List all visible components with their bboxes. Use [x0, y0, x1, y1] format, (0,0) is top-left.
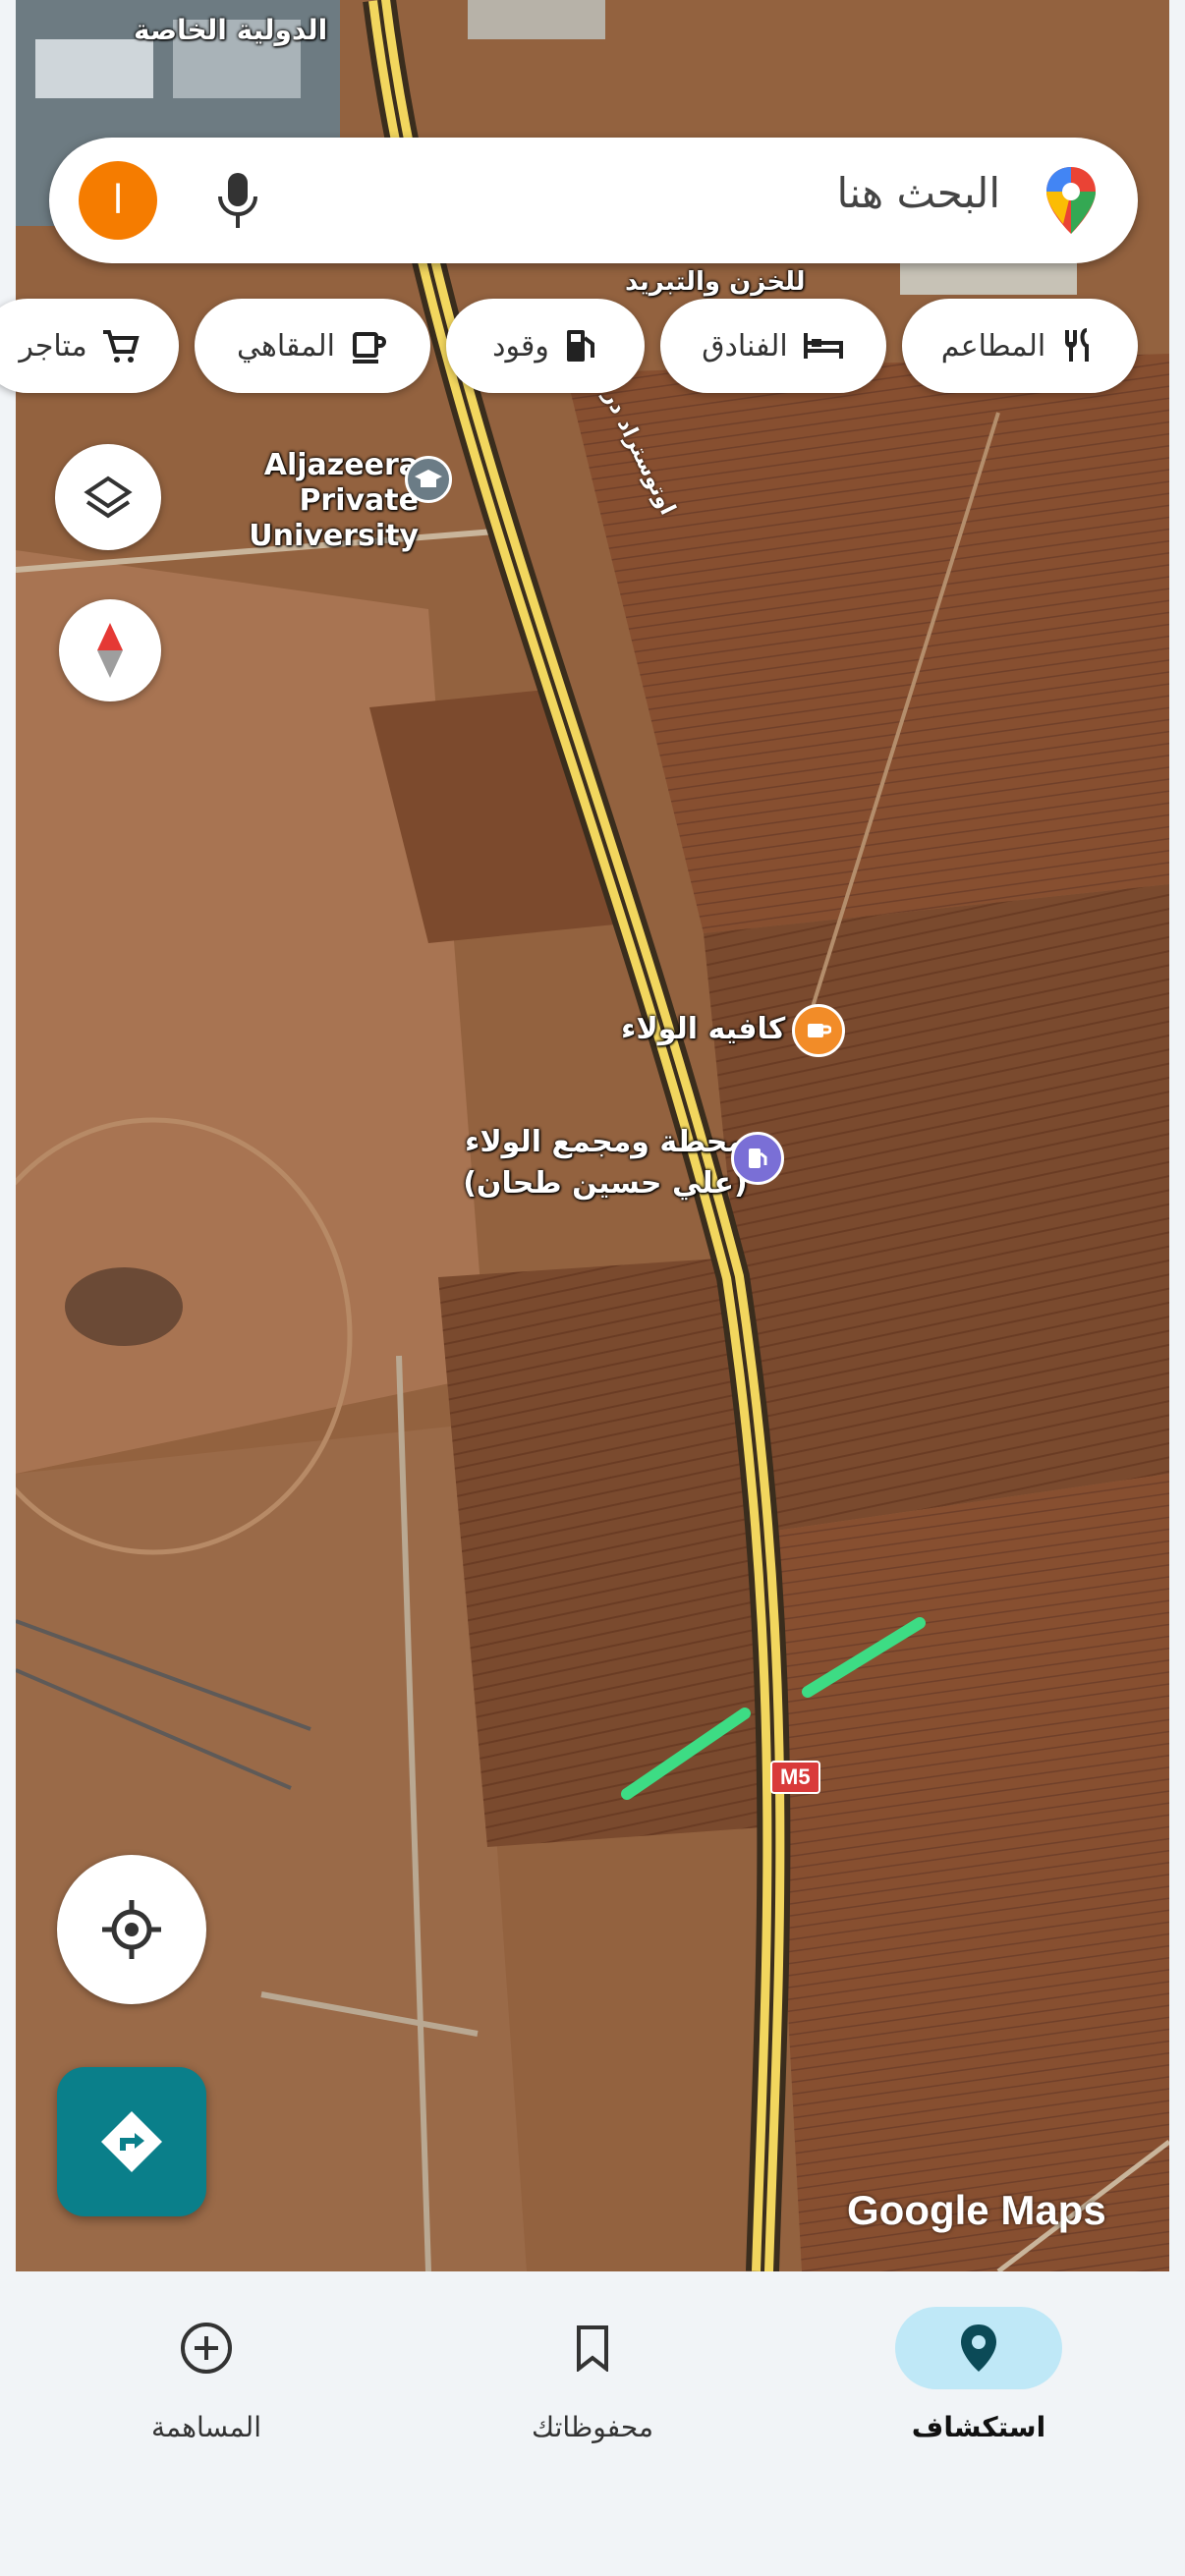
google-maps-logo-icon	[1046, 167, 1096, 234]
directions-button[interactable]	[57, 2067, 206, 2216]
chip-label: وقود	[492, 328, 549, 364]
gas-station-pin-icon[interactable]	[731, 1132, 784, 1185]
compass-icon	[97, 623, 123, 678]
layers-icon	[84, 476, 133, 519]
chip-cafes[interactable]: المقاهي	[195, 299, 430, 393]
university-label-text: Aljazeera Private University	[249, 448, 419, 553]
restaurant-icon	[1065, 328, 1090, 362]
cafe-pin-icon[interactable]	[792, 1004, 845, 1057]
directions-icon	[101, 2111, 162, 2172]
chip-label: متاجر	[19, 328, 87, 364]
nav-explore-icon-wrap	[895, 2307, 1062, 2389]
search-placeholder[interactable]: البحث هنا	[837, 169, 1000, 217]
location-pin-icon	[961, 2324, 996, 2372]
microphone-icon[interactable]	[216, 169, 259, 232]
chip-shopping[interactable]: متاجر	[0, 299, 179, 393]
university-pin-icon[interactable]	[405, 456, 452, 503]
nav-contribute[interactable]: المساهمة	[79, 2307, 334, 2443]
chip-restaurants[interactable]: المطاعم	[902, 299, 1138, 393]
add-circle-icon	[181, 2323, 232, 2374]
nav-contribute-label: المساهمة	[151, 2411, 261, 2443]
cafe-icon	[352, 332, 386, 364]
nav-saved[interactable]: محفوظاتك	[465, 2307, 720, 2443]
search-bar[interactable]: البحث هنا ا	[49, 138, 1138, 263]
nav-explore-label: استكشاف	[911, 2411, 1046, 2443]
bookmark-icon	[577, 2325, 608, 2372]
layers-button[interactable]	[55, 444, 161, 550]
shopping-cart-icon	[102, 330, 140, 363]
chip-label: الفنادق	[702, 328, 788, 364]
nav-explore[interactable]: استكشاف	[851, 2307, 1106, 2443]
nav-contribute-icon-wrap	[123, 2307, 290, 2389]
map-label-station[interactable]: محطة ومجمع الولاء (علي حسين طحان)	[458, 1122, 753, 1204]
highway-shield: M5	[770, 1761, 820, 1794]
bottom-navigation: استكشاف محفوظاتك المساهمة	[16, 2271, 1169, 2576]
nav-saved-label: محفوظاتك	[532, 2411, 653, 2443]
hotel-icon	[803, 333, 843, 359]
chip-label: المطاعم	[940, 328, 1046, 364]
my-location-button[interactable]	[57, 1855, 206, 2004]
chip-label: المقاهي	[237, 328, 335, 364]
map-label-storage: للخزن والتبريد	[625, 267, 806, 297]
chip-fuel[interactable]: وقود	[446, 299, 645, 393]
chip-hotels[interactable]: الفنادق	[660, 299, 886, 393]
map-label-university[interactable]: Aljazeera Private University	[143, 448, 419, 554]
map-label-cafe[interactable]: كافيه الولاء	[621, 1012, 785, 1046]
account-avatar[interactable]: ا	[79, 161, 157, 240]
compass-button[interactable]	[59, 599, 161, 701]
gas-station-icon	[566, 330, 594, 362]
google-maps-watermark: Google Maps	[847, 2187, 1106, 2233]
map-label-top-cut: الدولية الخاصة	[134, 14, 328, 46]
nav-saved-icon-wrap	[509, 2307, 676, 2389]
my-location-icon	[102, 1900, 161, 1959]
